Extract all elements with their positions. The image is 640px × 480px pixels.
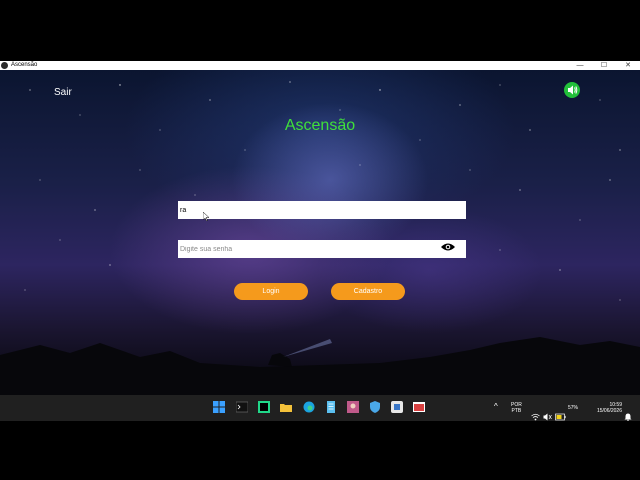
terminal-icon[interactable]: [236, 401, 248, 413]
app-icon: [1, 62, 8, 69]
window-title: Ascensão: [11, 62, 38, 68]
username-input[interactable]: [178, 201, 466, 219]
password-input[interactable]: [178, 240, 466, 258]
python-app-icon[interactable]: [391, 401, 403, 413]
notepad-icon[interactable]: [325, 401, 337, 413]
notification-bell-icon[interactable]: [624, 404, 632, 430]
battery-percent: 57%: [568, 405, 579, 411]
register-button[interactable]: Cadastro: [331, 283, 405, 300]
close-button[interactable]: ✕: [616, 61, 640, 70]
speaker-icon[interactable]: [564, 82, 580, 98]
title-bar: Ascensão — ☐ ✕: [0, 61, 640, 70]
horizon-silhouette: [0, 337, 640, 395]
login-button[interactable]: Login: [234, 283, 308, 300]
taskbar: ^ POR PTB 57% 10:59 15/06/2026: [0, 395, 640, 421]
minimize-button[interactable]: —: [568, 61, 592, 70]
photo-app-icon[interactable]: [347, 401, 359, 413]
windows-start-icon[interactable]: [213, 401, 225, 413]
exit-link[interactable]: Sair: [54, 87, 72, 98]
mouse-cursor-icon: [203, 212, 210, 221]
edge-browser-icon[interactable]: [303, 401, 315, 413]
volume-icon[interactable]: [543, 404, 552, 430]
language-indicator[interactable]: POR PTB: [511, 402, 522, 428]
maximize-button[interactable]: ☐: [592, 61, 616, 70]
wifi-icon[interactable]: [531, 404, 540, 430]
folder-icon[interactable]: [280, 401, 292, 413]
vpn-shield-icon[interactable]: [369, 401, 381, 413]
app-window: Ascensão — ☐ ✕ Sair Ascensão ra Login Ca…: [0, 61, 640, 395]
tray-chevron-icon[interactable]: ^: [494, 403, 498, 430]
pycharm-icon[interactable]: [258, 401, 270, 413]
clock-date: 15/06/2026: [596, 408, 622, 414]
battery-icon[interactable]: [555, 404, 566, 430]
eye-icon[interactable]: [440, 242, 456, 252]
window-app-icon[interactable]: [413, 401, 425, 413]
clock[interactable]: 10:59 15/06/2026: [586, 402, 622, 428]
app-title: Ascensão: [284, 117, 356, 134]
language-line2: PTB: [511, 408, 522, 414]
